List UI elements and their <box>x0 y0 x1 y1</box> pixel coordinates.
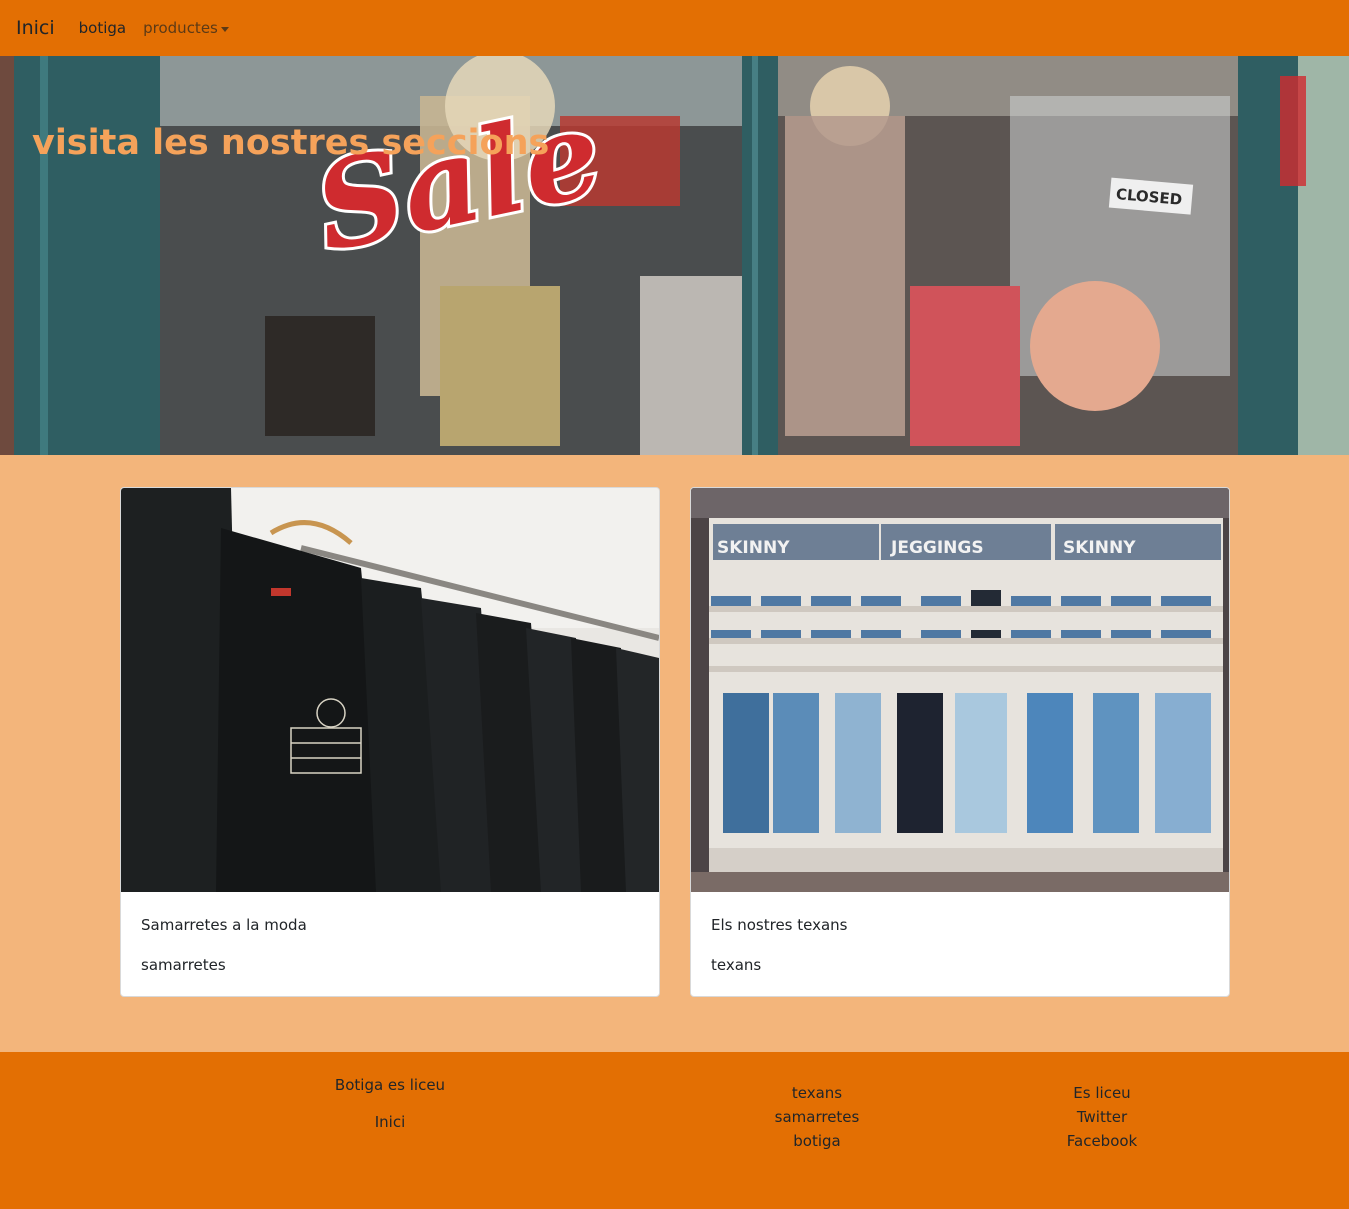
card-link-texans[interactable]: texans <box>711 956 761 974</box>
footer-link-botiga[interactable]: botiga <box>717 1129 917 1153</box>
svg-text:SKINNY: SKINNY <box>1063 538 1136 558</box>
footer-link-facebook[interactable]: Facebook <box>1002 1129 1202 1153</box>
caret-down-icon <box>220 26 229 32</box>
card-title: Samarretes a la moda <box>141 916 307 934</box>
nav-dropdown-productes[interactable]: productes <box>143 19 229 37</box>
footer-link-samarretes[interactable]: samarretes <box>717 1105 917 1129</box>
card-link-samarretes[interactable]: samarretes <box>141 956 226 974</box>
hero-title: visita les nostres seccions <box>32 123 550 163</box>
footer-col-sections: texans samarretes botiga <box>717 1081 917 1153</box>
nav-link-botiga[interactable]: botiga <box>79 19 126 37</box>
brand-link[interactable]: Inici <box>16 17 55 39</box>
navbar: Inici botiga productes <box>0 0 1349 56</box>
product-card-texans: SKINNY JEGGINGS SKINNY Els nostres texan… <box>690 487 1230 997</box>
nav-dropdown-label: productes <box>143 19 218 37</box>
svg-text:JEGGINGS: JEGGINGS <box>890 538 984 558</box>
card-title: Els nostres texans <box>711 916 848 934</box>
svg-text:SKINNY: SKINNY <box>717 538 790 558</box>
footer-link-inici[interactable]: Inici <box>290 1113 490 1131</box>
tshirts-image <box>121 488 659 892</box>
shop-window-image: Sale CLOSED <box>0 56 1349 455</box>
footer-link-es-liceu[interactable]: Es liceu <box>1002 1081 1202 1105</box>
footer-brand-title: Botiga es liceu <box>334 1076 446 1094</box>
footer-col-brand: Botiga es liceu Inici <box>290 1076 490 1150</box>
hero-banner: Sale CLOSED visita les nostres seccions <box>0 56 1349 455</box>
jeans-image: SKINNY JEGGINGS SKINNY <box>691 488 1229 892</box>
footer-col-social: Es liceu Twitter Facebook <box>1002 1081 1202 1153</box>
footer-link-texans[interactable]: texans <box>717 1081 917 1105</box>
product-card-samarretes: Samarretes a la moda samarretes <box>120 487 660 997</box>
footer: Botiga es liceu Inici texans samarretes … <box>0 1052 1349 1209</box>
footer-link-twitter[interactable]: Twitter <box>1002 1105 1202 1129</box>
